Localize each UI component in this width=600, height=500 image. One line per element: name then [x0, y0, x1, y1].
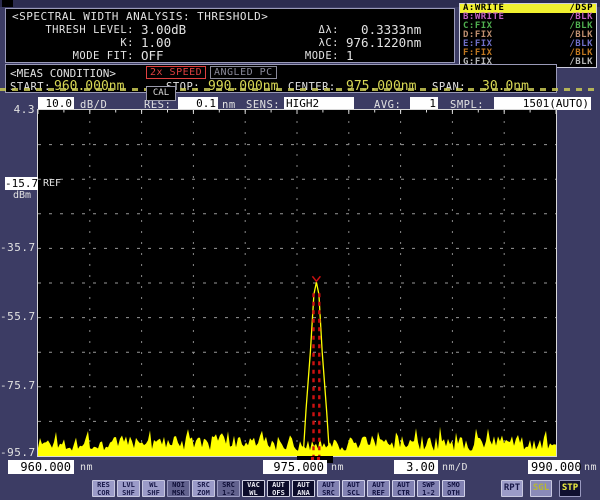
sweep-sgl-button[interactable]: SGL: [530, 480, 552, 497]
softkey-wl-shf[interactable]: WLSHF: [142, 480, 165, 497]
sweep-stp-button[interactable]: STP: [559, 480, 581, 497]
x-center-unit: nm: [331, 462, 344, 473]
y-label-3: -75.7: [0, 379, 35, 392]
softkey-vac-wl[interactable]: VACWL: [242, 480, 265, 497]
y-label-2: -55.7: [0, 310, 35, 323]
softkey-src-1-2[interactable]: SRC1-2: [217, 480, 240, 497]
x-stop-value[interactable]: 990.000: [528, 460, 580, 474]
activity-marker: [2, 0, 13, 7]
osa-screen: <SPECTRAL WIDTH ANALYSIS: THRESHOLD> THR…: [0, 0, 600, 500]
y-label-top: 4.3: [0, 103, 35, 116]
x-start-value[interactable]: 960.000: [8, 460, 74, 474]
softkey-res-cor[interactable]: RESCOR: [92, 480, 115, 497]
analysis-row-2: MODE FIT:OFFMODE:1: [6, 50, 452, 63]
softkey-aut-scl[interactable]: AUTSCL: [342, 480, 365, 497]
softkey-swp-1-2[interactable]: SWP1-2: [417, 480, 440, 497]
y-label-4: -95.7: [0, 446, 35, 459]
analysis-panel: <SPECTRAL WIDTH ANALYSIS: THRESHOLD> THR…: [5, 8, 455, 63]
softkey-src-zom[interactable]: SRCZOM: [192, 480, 215, 497]
softkey-toolbar: RESCORLVLSHFWLSHFNOIMSKSRCZOMSRC1-2VACWL…: [92, 480, 465, 497]
sweep-rpt-button[interactable]: RPT: [501, 480, 523, 497]
separator-dashed-line: [0, 88, 600, 91]
softkey-noi-msk[interactable]: NOIMSK: [167, 480, 190, 497]
x-scale-value[interactable]: 3.00: [394, 460, 438, 474]
x-start-unit: nm: [80, 462, 93, 473]
x-center-value[interactable]: 975.000: [263, 460, 327, 474]
ref-tag: REF: [43, 178, 61, 189]
softkey-smo-oth[interactable]: SMOOTH: [442, 480, 465, 497]
connector-badge: ANGLED PC: [210, 66, 277, 79]
sweep-controls: RPT SGL STP: [501, 480, 581, 497]
spectrum-trace: [38, 110, 556, 456]
speed-badge: 2x SPEED: [146, 66, 206, 79]
analysis-rows: THRESH LEVEL:3.00dBΔλ: 0.3333nmK:1.00λC:…: [6, 24, 452, 63]
softkey-aut-ref[interactable]: AUTREF: [367, 480, 390, 497]
softkey-aut-src[interactable]: AUTSRC: [317, 480, 340, 497]
softkey-aut-ofs[interactable]: AUTOFS: [267, 480, 290, 497]
softkey-lvl-shf[interactable]: LVLSHF: [117, 480, 140, 497]
x-scale-unit: nm/D: [442, 462, 468, 473]
y-label-1: -35.7: [0, 241, 35, 254]
softkey-aut-ana[interactable]: AUTANA: [292, 480, 315, 497]
cal-indicator: CAL: [146, 86, 176, 101]
x-stop-unit: nm: [584, 462, 597, 473]
y-axis-unit: dBm: [13, 190, 31, 201]
softkey-aut-ctr[interactable]: AUTCTR: [392, 480, 415, 497]
ref-level-value[interactable]: -15.7: [5, 177, 38, 190]
trace-legend: A:WRITE/DSPB:WRITE/BLKC:FIX/BLKD:FIX/BLK…: [459, 3, 597, 68]
